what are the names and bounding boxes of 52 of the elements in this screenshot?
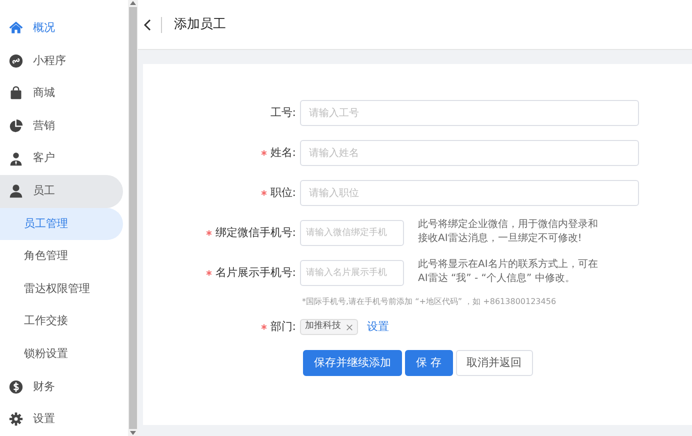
department-tag: 加推科技 (300, 319, 358, 335)
shopping-bag-icon (9, 86, 23, 100)
field-label: 职位: (270, 186, 296, 199)
input-field[interactable]: 请输入名片展示手机 (300, 260, 404, 286)
page-title: 添加员工 (174, 16, 226, 32)
pie-chart-icon (9, 119, 23, 134)
sidebar-item[interactable]: 营销 (0, 110, 123, 142)
field-label: 部门: (270, 320, 296, 333)
input-field[interactable]: 请输入职位 (300, 180, 639, 206)
sidebar-item[interactable]: 财务 (0, 370, 123, 404)
sidebar-subitem[interactable]: 锁粉设置 (0, 338, 123, 371)
back-icon[interactable] (143, 18, 153, 32)
sidebar-item[interactable]: 员工 (0, 174, 123, 208)
sidebar-label: 客户 (33, 150, 55, 166)
sidebar-label: 营销 (33, 118, 55, 134)
cancel-button[interactable]: 取消并返回 (456, 350, 532, 376)
hint-text: 此号将绑定企业微信，用于微信内登录和接收AI雷达消息，一旦绑定不可修改! (418, 218, 599, 246)
sidebar-subitem[interactable]: 雷达权限管理 (0, 272, 123, 306)
field-label: 姓名: (270, 146, 296, 159)
scrollbar[interactable] (128, 0, 138, 436)
save-button[interactable]: 保 存 (405, 350, 452, 376)
sidebar-subitem[interactable]: 员工管理 (0, 208, 123, 240)
input-field[interactable]: 请输入姓名 (300, 140, 639, 166)
hint-text: 此号将显示在AI名片的联系方式上，可在AI雷达 “我” - “个人信息” 中修改。 (418, 258, 599, 286)
note-text: *国际手机号,请在手机号前添加 “+地区代码” ，如 +8613800123456 (301, 296, 558, 308)
sidebar-item[interactable]: 商城 (0, 77, 123, 110)
sidebar-label: 小程序 (33, 52, 66, 69)
input-field[interactable]: 请输入微信绑定手机 (300, 220, 404, 246)
gear-icon (9, 412, 23, 426)
sidebar-subitem[interactable]: 角色管理 (0, 240, 123, 273)
input-field[interactable]: 请输入工号 (300, 100, 639, 126)
sidebar-item[interactable]: 概况 (0, 12, 123, 45)
sidebar-label: 设置 (33, 411, 55, 428)
sidebar-subitem[interactable]: 工作交接 (0, 305, 123, 338)
sidebar-label: 员工 (33, 183, 55, 200)
person-tie-icon (9, 152, 23, 166)
sidebar-label: 商城 (33, 85, 55, 102)
sidebar-item[interactable]: 小程序 (0, 44, 123, 78)
sidebar-item[interactable]: 设置 (0, 403, 123, 436)
sidebar-item[interactable]: 客户 (0, 142, 123, 175)
sidebar-label: 概况 (33, 20, 55, 36)
field-label: 绑定微信手机号: (215, 226, 296, 239)
link-circle-icon (9, 54, 23, 68)
field-label: 名片展示手机号: (215, 266, 296, 279)
settings-link[interactable]: 设置 (367, 314, 389, 340)
close-icon[interactable] (346, 324, 353, 330)
save-button[interactable]: 保存并继续添加 (303, 350, 402, 376)
dollar-circle-icon (9, 380, 23, 394)
field-label: 工号: (270, 106, 296, 119)
house-icon (9, 21, 23, 36)
sidebar-label: 财务 (33, 378, 55, 395)
person-icon (9, 184, 23, 198)
